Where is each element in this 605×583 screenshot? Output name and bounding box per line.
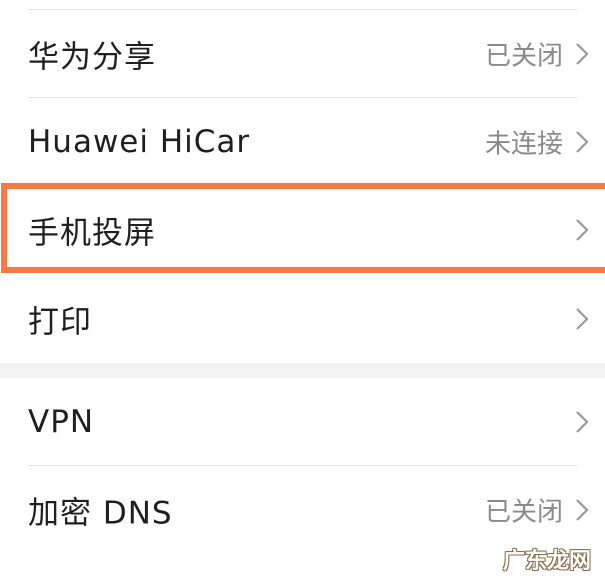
settings-row-huawei-share[interactable]: 华为分享 已关闭 [0, 10, 605, 98]
row-label: VPN [28, 404, 95, 440]
chevron-right-icon [576, 131, 589, 153]
chevron-right-icon [576, 43, 589, 65]
chevron-right-icon [576, 499, 589, 521]
watermark: 广东龙网 [502, 549, 591, 574]
row-label: 加密 DNS [28, 495, 173, 532]
settings-row-print[interactable]: 打印 [0, 275, 605, 363]
settings-row-huawei-hicar[interactable]: Huawei HiCar 未连接 [0, 98, 605, 186]
chevron-right-icon [576, 411, 589, 433]
row-label: 打印 [28, 304, 92, 341]
row-label: 华为分享 [28, 39, 156, 76]
row-status: 已关闭 [484, 497, 563, 528]
settings-row-vpn[interactable]: VPN [0, 378, 605, 466]
chevron-right-icon [576, 308, 589, 330]
row-status: 未连接 [484, 129, 563, 160]
settings-row-encrypted-dns[interactable]: 加密 DNS 已关闭 [0, 466, 605, 554]
row-label: 手机投屏 [28, 215, 156, 252]
row-status: 已关闭 [484, 41, 563, 72]
row-label: Huawei HiCar [28, 124, 251, 160]
settings-row-screen-projection[interactable]: 手机投屏 [0, 186, 605, 274]
chevron-right-icon [576, 219, 589, 241]
settings-page: 华为分享 已关闭 Huawei HiCar 未连接 手机投屏 打印 VPN 加密 [0, 0, 605, 583]
settings-group-connections: 华为分享 已关闭 Huawei HiCar 未连接 手机投屏 打印 [0, 0, 605, 363]
